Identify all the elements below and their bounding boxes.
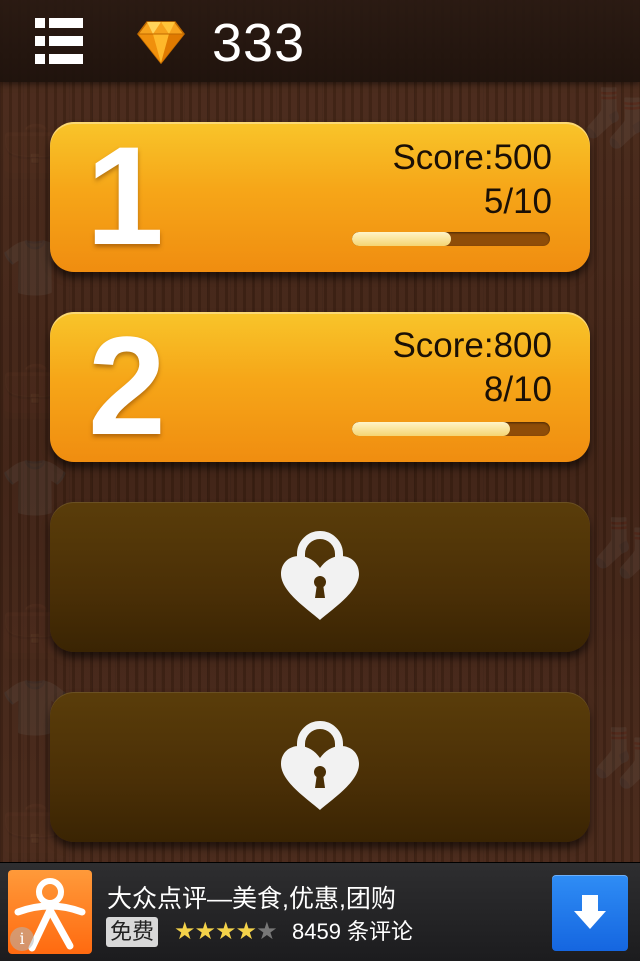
level-card-2[interactable]: 2 Score:800 8/10 [50,312,590,462]
review-count: 8459 条评论 [292,919,414,944]
level-progress-text: 8/10 [483,370,552,409]
star-filled-icon: ★ [215,918,236,945]
star-empty-icon: ★ [256,918,277,945]
download-arrow-icon [574,895,606,929]
level-card-3-locked[interactable] [50,502,590,652]
ad-banner[interactable]: i 大众点评—美食,优惠,团购 免费 ★★★★★ 8459 条评论 [0,862,640,961]
level-score: Score:500 [392,138,552,177]
top-bar: 333 [0,0,640,82]
level-card-1[interactable]: 1 Score:500 5/10 [50,122,590,272]
free-badge: 免费 [106,917,159,947]
level-progress-bar [352,232,550,246]
star-filled-icon: ★ [174,918,195,945]
heart-lock-icon [281,531,359,620]
menu-icon[interactable] [35,18,83,64]
level-number: 1 [86,117,164,274]
star-filled-icon: ★ [194,918,216,945]
gem-count: 333 [212,13,306,73]
level-number: 2 [88,307,166,464]
level-progress-fill [352,232,451,246]
level-score: Score:800 [392,326,552,365]
heart-lock-icon [281,721,359,810]
ad-title: 大众点评—美食,优惠,团购 [107,885,396,913]
rating-stars: ★★★★★ [174,917,278,947]
level-progress-fill [352,422,511,436]
level-progress-bar [352,422,550,436]
diamond-icon [137,21,185,64]
level-progress-text: 5/10 [483,182,552,221]
star-filled-icon: ★ [235,918,257,945]
level-card-4-locked[interactable] [50,692,590,842]
info-icon[interactable]: i [10,927,34,951]
download-button[interactable] [552,875,628,951]
